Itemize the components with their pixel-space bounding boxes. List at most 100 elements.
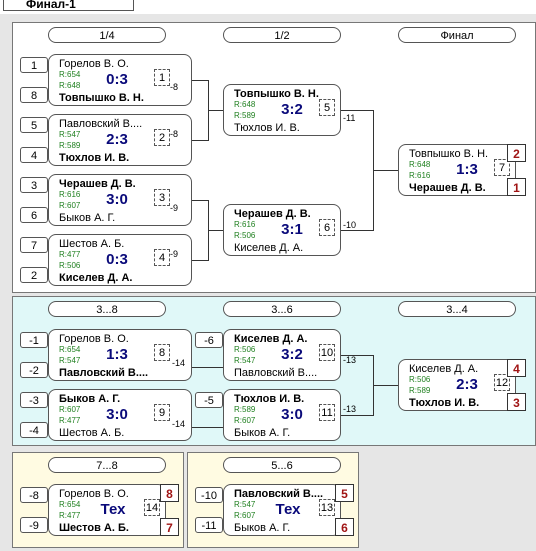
player-rating: R:607	[234, 416, 256, 425]
seed-box: -3	[20, 392, 48, 408]
match-number: 1	[154, 69, 170, 86]
main-bracket-section: 1/4 1/2 Финал 1 8 5 4 3 6 7 2 Горелов В.…	[12, 22, 536, 293]
tab-final-1[interactable]: Финал-1	[3, 0, 134, 11]
player-rating: R:477	[59, 250, 81, 259]
match-card[interactable]: Павловский В.... R:547 2:3 R:589 Тюхлов …	[48, 114, 192, 166]
match-score: Тех	[100, 501, 126, 518]
player-name: Товпышко В. Н.	[409, 148, 489, 160]
match-number: 2	[154, 129, 170, 146]
match-card[interactable]: Товпышко В. Н. R:648 3:2 R:589 Тюхлов И.…	[223, 84, 341, 136]
winner-name: Шестов А. Б.	[59, 522, 129, 534]
player-rating: R:547	[234, 356, 256, 365]
player-rating: R:654	[59, 500, 81, 509]
match-number: 11	[319, 404, 335, 421]
player-name: Горелов В. О.	[59, 333, 129, 345]
match-score: 0:3	[106, 251, 128, 268]
player-name: Шестов А. Б.	[59, 238, 125, 250]
winner-name: Черашев Д. В.	[234, 208, 311, 220]
player-rating: R:547	[59, 130, 81, 139]
loser-destination: -9	[170, 203, 179, 213]
match-card[interactable]: Быков А. Г. R:607 3:0 R:477 Шестов А. Б.…	[48, 389, 192, 441]
match-score: 2:3	[106, 131, 128, 148]
match-card[interactable]: Павловский В.... R:547 Тех R:607 Быков А…	[223, 484, 341, 536]
match-number: 3	[154, 189, 170, 206]
player-name: Быков А. Г.	[234, 522, 291, 534]
player-name: Горелов В. О.	[59, 488, 129, 500]
player-name: Киселев Д. А.	[234, 242, 304, 254]
match-score: 3:0	[281, 406, 303, 423]
winner-name: Быков А. Г.	[59, 393, 121, 405]
match-card[interactable]: Черашев Д. В. R:616 3:0 R:607 Быков А. Г…	[48, 174, 192, 226]
player-name: Киселев Д. А.	[409, 363, 479, 375]
match-number: 14	[144, 499, 160, 516]
place-badge: 7	[160, 518, 179, 536]
match-score: 3:2	[281, 346, 303, 363]
place-badge: 1	[507, 178, 526, 196]
winner-name: Тюхлов И. В.	[409, 397, 480, 409]
seed-box: 1	[20, 57, 48, 73]
place-badge: 3	[507, 393, 526, 411]
player-rating: R:477	[59, 416, 81, 425]
loser-destination: -9	[170, 249, 179, 259]
match-score: 1:3	[456, 161, 478, 178]
player-name: Павловский В....	[59, 118, 143, 130]
player-rating: R:589	[234, 405, 256, 414]
player-rating: R:616	[234, 220, 256, 229]
match-number: 6	[319, 219, 335, 236]
match-score: 3:2	[281, 101, 303, 118]
header-quarterfinal: 1/4	[48, 27, 166, 43]
match-score: 3:0	[106, 406, 128, 423]
consolation-bracket-section: 3...8 3...6 3...4 -1 -2 -3 -4 -6 -5 Горе…	[12, 296, 536, 446]
loser-destination: -13	[343, 404, 357, 414]
match-card[interactable]: Горелов В. О. R:654 0:3 R:648 Товпышко В…	[48, 54, 192, 106]
match-card[interactable]: Киселев Д. А. R:506 3:2 R:547 Павловский…	[223, 329, 341, 381]
header-places-3-8: 3...8	[48, 301, 166, 317]
match-card[interactable]: Товпышко В. Н. R:648 1:3 R:616 Черашев Д…	[398, 144, 516, 196]
player-rating: R:607	[234, 511, 256, 520]
player-name: Быков А. Г.	[234, 427, 291, 439]
loser-destination: -10	[343, 220, 357, 230]
player-name: Тюхлов И. В.	[234, 122, 300, 134]
match-card[interactable]: Тюхлов И. В. R:589 3:0 R:607 Быков А. Г.…	[223, 389, 341, 441]
player-rating: R:547	[59, 356, 81, 365]
player-rating: R:506	[234, 345, 256, 354]
winner-name: Киселев Д. А.	[59, 272, 133, 284]
winner-name: Павловский В....	[234, 488, 324, 500]
match-number: 9	[154, 404, 170, 421]
seed-box: -5	[195, 392, 223, 408]
match-score: 3:0	[106, 191, 128, 208]
seed-box: 5	[20, 117, 48, 133]
player-name: Павловский В....	[234, 367, 318, 379]
match-card[interactable]: Шестов А. Б. R:477 0:3 R:506 Киселев Д. …	[48, 234, 192, 286]
player-rating: R:654	[59, 345, 81, 354]
match-card[interactable]: Горелов В. О. R:654 1:3 R:547 Павловский…	[48, 329, 192, 381]
loser-destination: -14	[172, 419, 186, 429]
seed-box: 2	[20, 267, 48, 283]
seed-box: 8	[20, 87, 48, 103]
match-number: 5	[319, 99, 335, 116]
loser-destination: -8	[170, 129, 179, 139]
header-places-7-8: 7...8	[48, 457, 166, 473]
player-name: Быков А. Г.	[59, 212, 116, 224]
player-rating: R:607	[59, 201, 81, 210]
player-rating: R:616	[59, 190, 81, 199]
seed-box: 7	[20, 237, 48, 253]
header-places-5-6: 5...6	[223, 457, 341, 473]
player-rating: R:506	[59, 261, 81, 270]
player-rating: R:648	[409, 160, 431, 169]
winner-name: Черашев Д. В.	[59, 178, 136, 190]
winner-name: Черашев Д. В.	[409, 182, 486, 194]
seed-box: -2	[20, 362, 48, 378]
seed-box: -10	[195, 487, 223, 503]
player-rating: R:589	[409, 386, 431, 395]
player-rating: R:654	[59, 70, 81, 79]
player-rating: R:506	[234, 231, 256, 240]
loser-destination: -14	[172, 358, 186, 368]
match-card[interactable]: Киселев Д. А. R:506 2:3 R:589 Тюхлов И. …	[398, 359, 516, 411]
match-card[interactable]: Черашев Д. В. R:616 3:1 R:506 Киселев Д.…	[223, 204, 341, 256]
seed-box: -11	[195, 517, 223, 533]
seed-box: 6	[20, 207, 48, 223]
match-card[interactable]: Горелов В. О. R:654 Тех R:477 Шестов А. …	[48, 484, 166, 536]
header-final: Финал	[398, 27, 516, 43]
seed-box: -1	[20, 332, 48, 348]
